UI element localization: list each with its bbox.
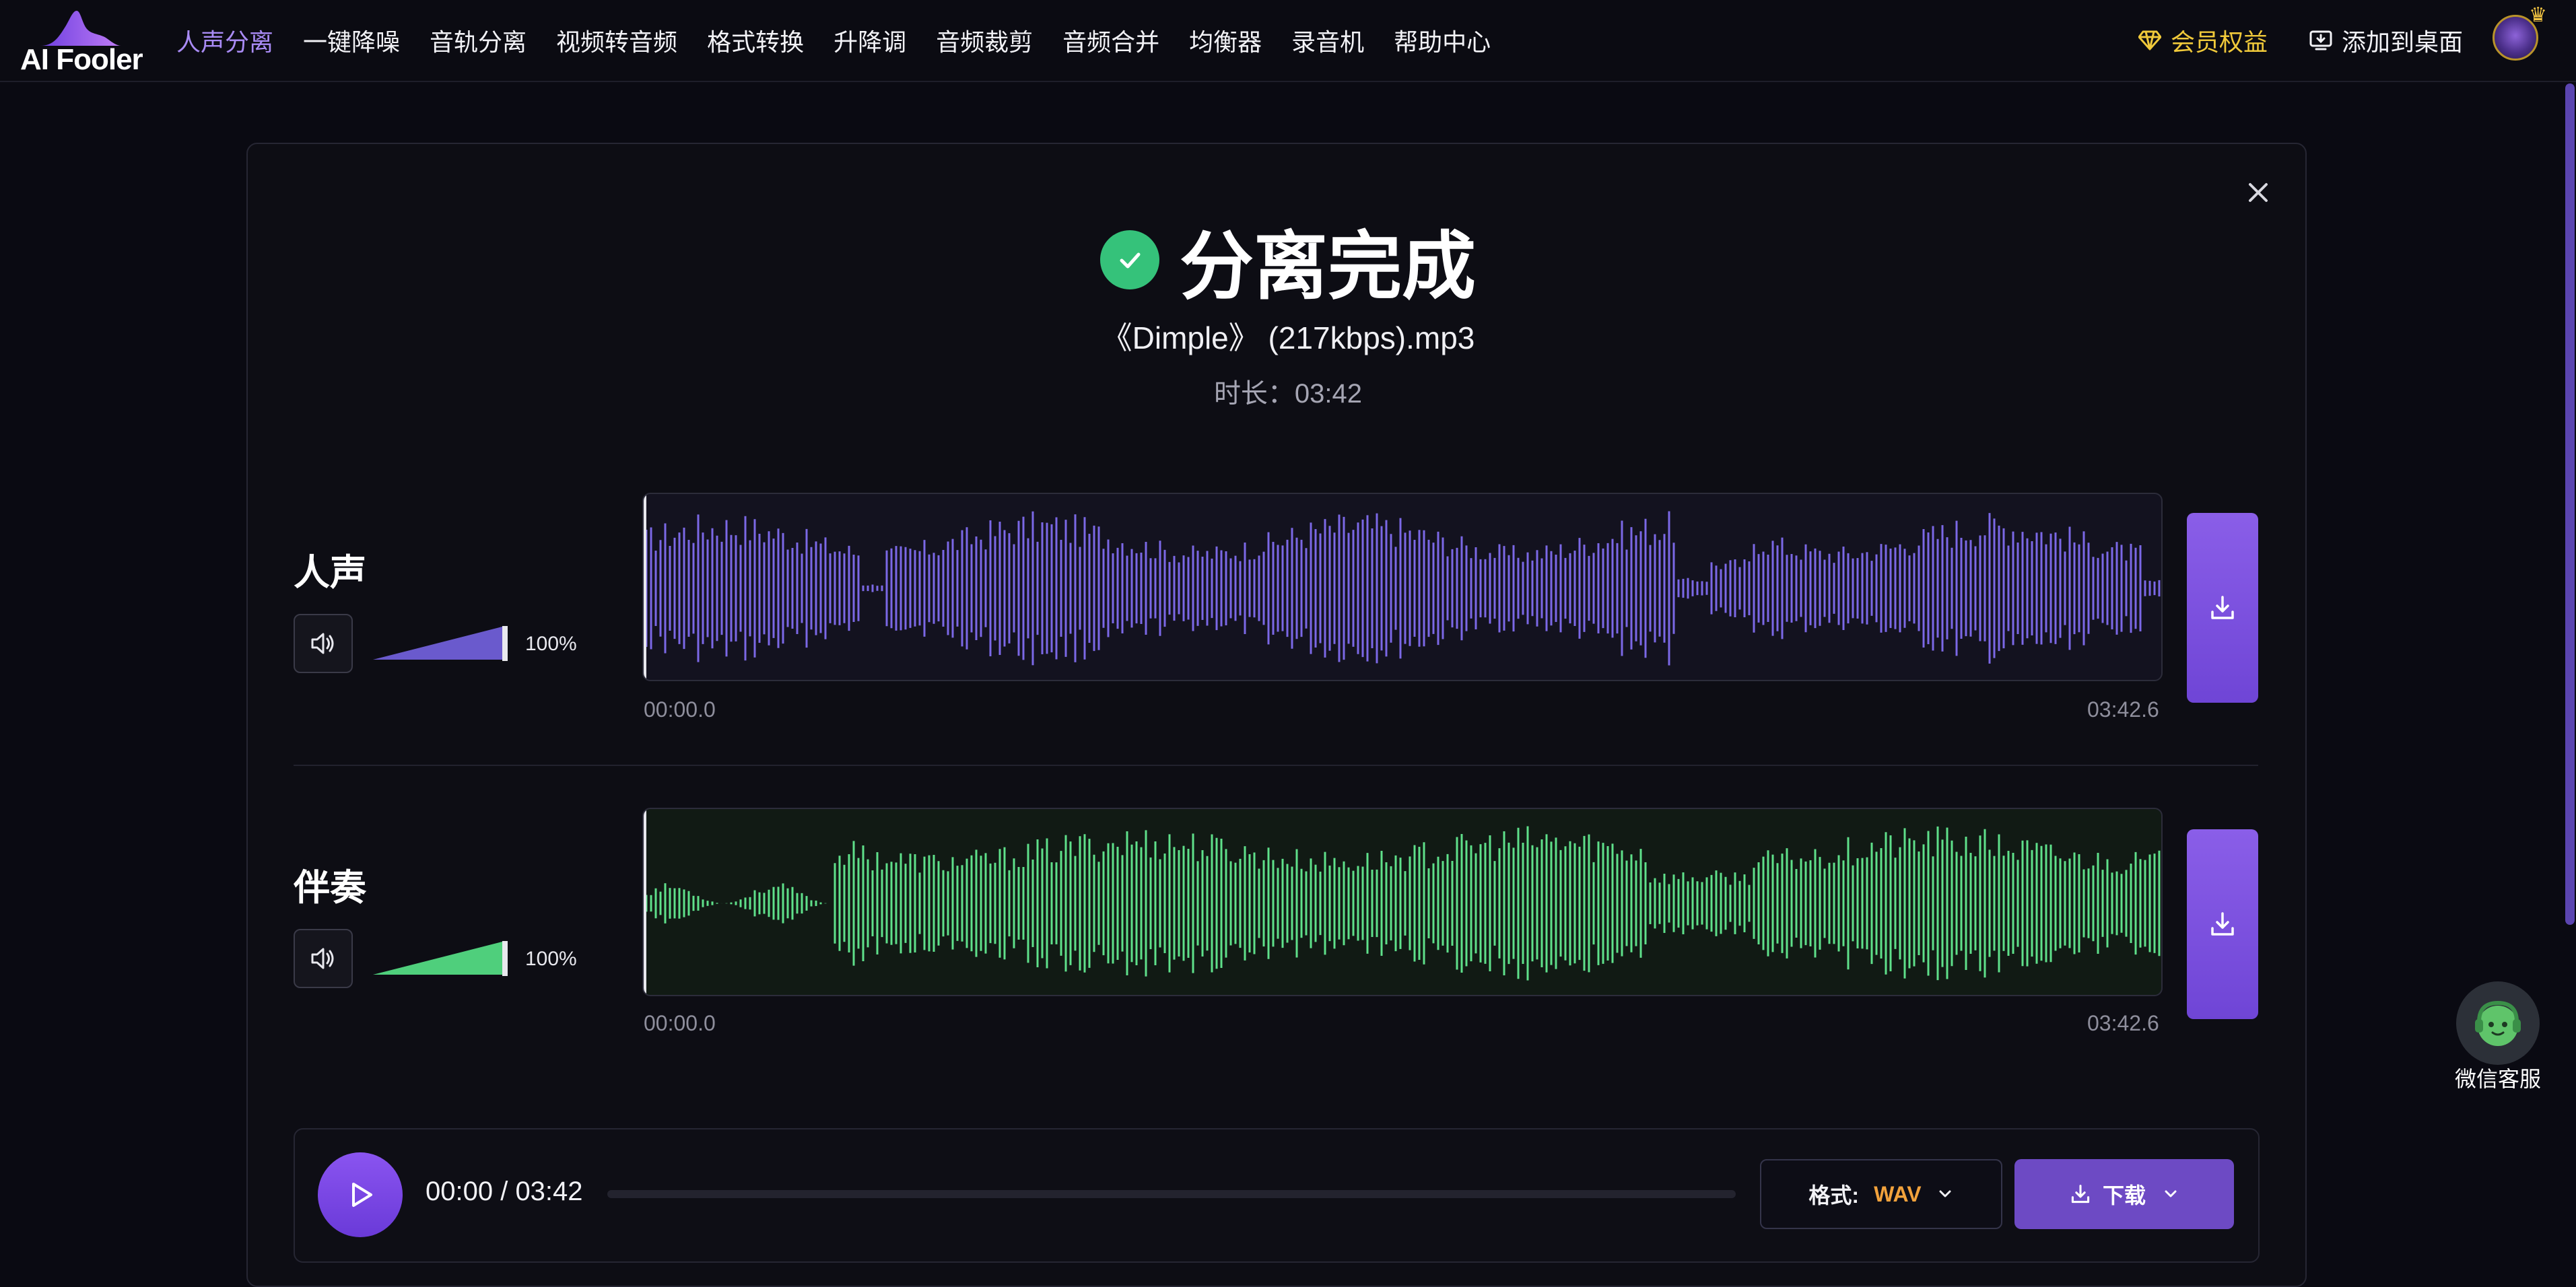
- logo-text: AI Fooler: [20, 43, 143, 76]
- accompaniment-playhead[interactable]: [644, 809, 646, 995]
- vocals-time-start: 00:00.0: [644, 697, 716, 722]
- accompaniment-volume-button[interactable]: [294, 929, 353, 988]
- chevron-down-icon: [1939, 1190, 1951, 1197]
- download-label: 下载: [2102, 1183, 2146, 1208]
- check-icon: [1100, 230, 1159, 289]
- vocals-time-end: 03:42.6: [2087, 697, 2159, 722]
- vocals-download-button[interactable]: [2187, 513, 2258, 703]
- track-label-accompaniment: 伴奏: [294, 868, 366, 908]
- add-to-desktop-label: 添加到桌面: [2342, 28, 2464, 56]
- add-to-desktop-link[interactable]: 添加到桌面: [2309, 24, 2463, 57]
- chevron-down-icon: [2165, 1190, 2177, 1197]
- download-icon: [2071, 1185, 2090, 1204]
- close-button[interactable]: [2242, 176, 2274, 209]
- nav-item-video-to-audio[interactable]: 视频转音频: [556, 23, 677, 58]
- monitor-download-icon: [2309, 30, 2332, 51]
- accompaniment-waveform-graphic: [645, 826, 2161, 981]
- nav-item-format-convert[interactable]: 格式转换: [707, 23, 804, 58]
- accompaniment-download-button[interactable]: [2187, 829, 2258, 1019]
- nav-item-pitch-shift[interactable]: 升降调: [834, 23, 906, 58]
- crown-icon: ♛: [2529, 4, 2547, 26]
- logo[interactable]: AI Fooler: [20, 9, 143, 76]
- play-button[interactable]: [318, 1152, 403, 1237]
- file-name: 《Dimple》 (217kbps).mp3: [1101, 320, 1475, 355]
- download-icon: [2211, 912, 2234, 936]
- accompaniment-time-start: 00:00.0: [644, 1011, 716, 1035]
- top-nav-bar: AI Fooler 人声分离 一键降噪 音轨分离 视频转音频 格式转换 升降调 …: [0, 0, 2576, 82]
- vocals-volume-button[interactable]: [294, 614, 353, 673]
- vocals-waveform[interactable]: [642, 493, 2163, 681]
- support-agent-icon: [2475, 1000, 2521, 1046]
- download-icon: [2211, 596, 2234, 619]
- nav-item-track-separation[interactable]: 音轨分离: [430, 23, 527, 58]
- nav-item-equalizer[interactable]: 均衡器: [1189, 23, 1262, 58]
- playback-progress-bar[interactable]: [607, 1190, 1736, 1198]
- vocals-volume-percent: 100%: [525, 633, 577, 655]
- completion-header: 分离完成: [0, 206, 2576, 314]
- vocals-playhead[interactable]: [644, 494, 646, 680]
- nav-item-audio-trim[interactable]: 音频裁剪: [936, 23, 1033, 58]
- accompaniment-waveform[interactable]: [642, 808, 2163, 996]
- nav-item-audio-merge[interactable]: 音频合并: [1062, 23, 1159, 58]
- vip-benefits-label: 会员权益: [2171, 28, 2268, 56]
- main-nav: 人声分离 一键降噪 音轨分离 视频转音频 格式转换 升降调 音频裁剪 音频合并 …: [176, 0, 1520, 81]
- track-divider: [294, 765, 2258, 766]
- format-value: WAV: [1874, 1181, 1922, 1206]
- vocals-volume-slider[interactable]: [373, 626, 508, 661]
- logo-wave-icon: [40, 11, 121, 46]
- wechat-support-button[interactable]: [2456, 981, 2540, 1065]
- accompaniment-volume-slider[interactable]: [373, 941, 508, 976]
- format-select[interactable]: 格式: WAV: [1760, 1159, 2002, 1229]
- close-icon: [2249, 183, 2268, 202]
- accompaniment-time-end: 03:42.6: [2087, 1011, 2159, 1035]
- completion-title: 分离完成: [1180, 225, 1476, 308]
- file-duration: 时长：03:42: [1213, 379, 1363, 409]
- speaker-icon: [311, 948, 334, 969]
- format-label: 格式:: [1808, 1183, 1860, 1208]
- nav-item-denoise[interactable]: 一键降噪: [303, 23, 400, 58]
- vip-benefits-link[interactable]: 会员权益: [2138, 24, 2268, 57]
- diamond-icon: [2138, 30, 2161, 50]
- user-avatar[interactable]: ♛: [2493, 4, 2547, 61]
- track-label-vocals: 人声: [294, 553, 366, 593]
- wechat-support-label: 微信客服: [2454, 1067, 2541, 1091]
- vocals-waveform-graphic: [645, 511, 2161, 666]
- play-icon: [352, 1183, 372, 1207]
- nav-item-help-center[interactable]: 帮助中心: [1394, 23, 1491, 58]
- download-all-button[interactable]: 下载: [2014, 1159, 2234, 1229]
- nav-item-vocal-separation[interactable]: 人声分离: [176, 23, 273, 58]
- nav-item-recorder[interactable]: 录音机: [1291, 23, 1364, 58]
- playback-time: 00:00 / 03:42: [426, 1177, 583, 1206]
- speaker-icon: [311, 633, 334, 654]
- accompaniment-volume-percent: 100%: [525, 948, 577, 970]
